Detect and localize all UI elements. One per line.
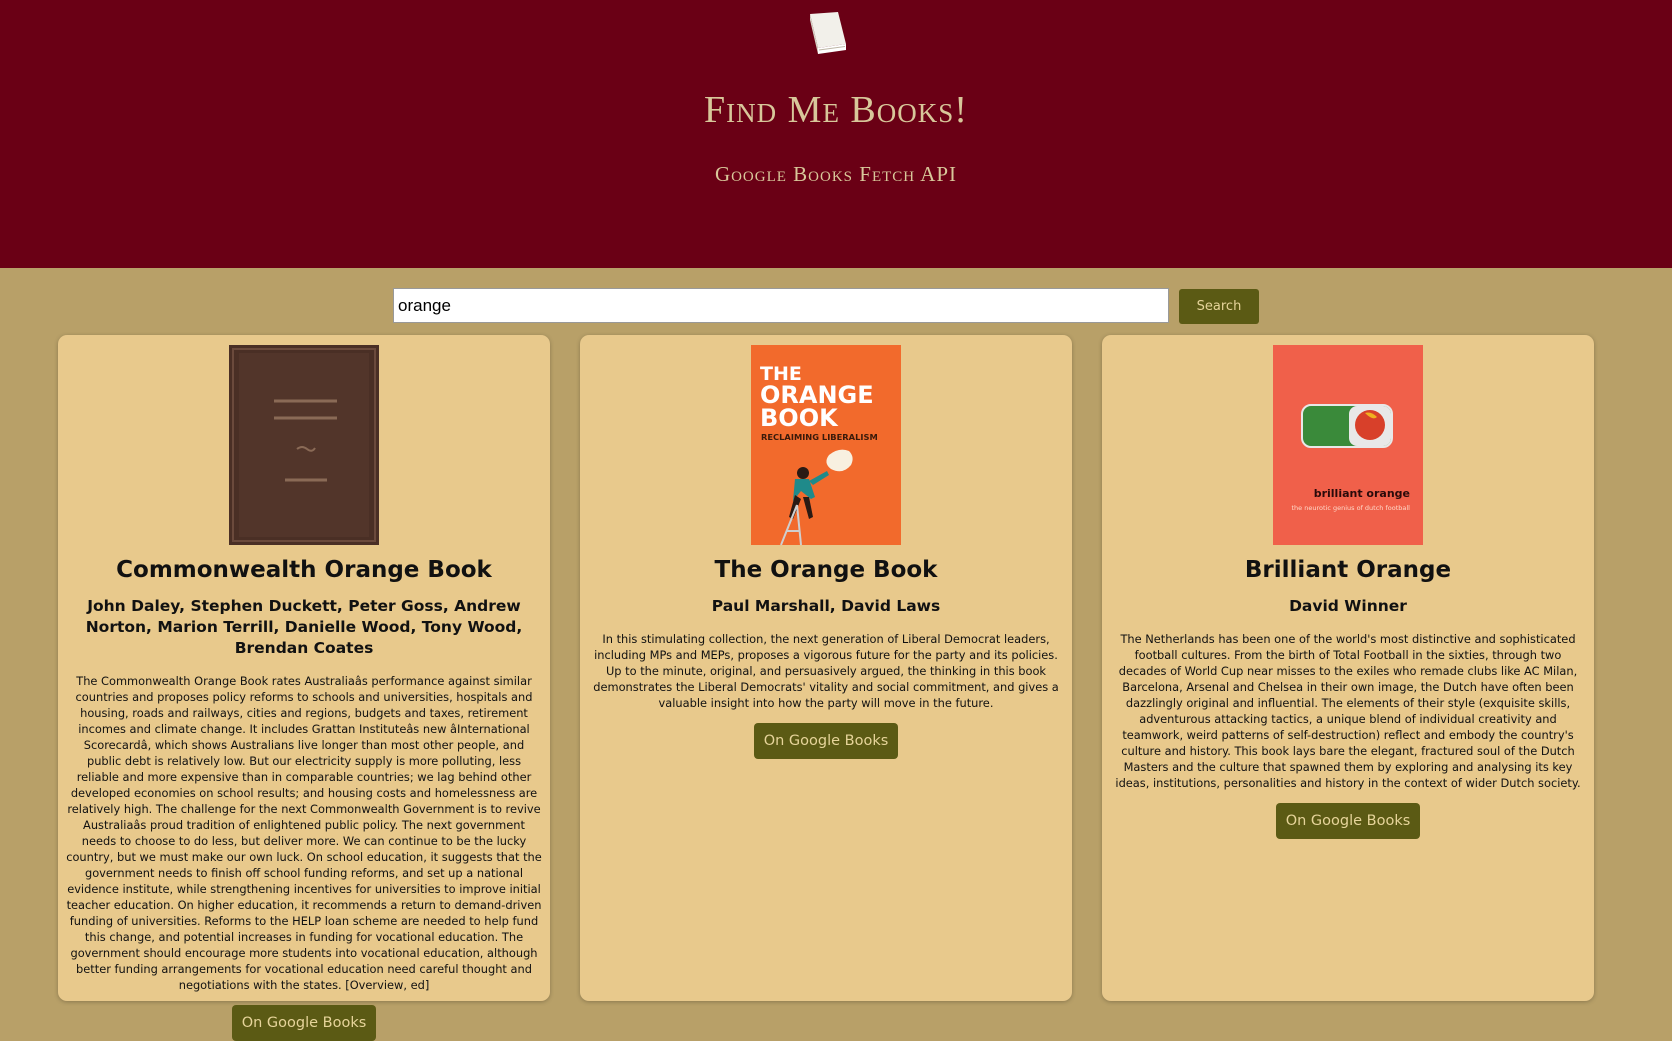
search-button[interactable]: Search bbox=[1179, 289, 1259, 324]
book-authors: John Daley, Stephen Duckett, Peter Goss,… bbox=[85, 597, 523, 657]
search-input[interactable] bbox=[393, 288, 1169, 323]
book-description: The Netherlands has been one of the worl… bbox=[1115, 632, 1581, 790]
cover-text: brilliant orange bbox=[1314, 487, 1410, 500]
google-books-link[interactable]: On Google Books bbox=[231, 1005, 377, 1041]
book-cover-image bbox=[229, 345, 379, 545]
book-title: Brilliant Orange bbox=[1244, 557, 1452, 583]
book-card: THE ORANGE BOOK RECLAIMING LIBERALISM Th… bbox=[580, 335, 1072, 1001]
google-books-link[interactable]: On Google Books bbox=[1275, 803, 1421, 839]
cover-text: BOOK bbox=[760, 404, 839, 432]
book-title: The Orange Book bbox=[714, 557, 938, 583]
cover-text: the neurotic genius of dutch football bbox=[1292, 504, 1411, 512]
site-header: Find Me Books! Google Books Fetch API bbox=[0, 0, 1672, 268]
book-title: Commonwealth Orange Book bbox=[116, 557, 492, 583]
book-authors: David Winner bbox=[1289, 597, 1407, 615]
book-icon bbox=[810, 12, 846, 54]
site-title: Find Me Books! bbox=[704, 89, 968, 131]
book-authors: Paul Marshall, David Laws bbox=[711, 597, 941, 615]
site-subtitle: Google Books Fetch API bbox=[714, 162, 958, 186]
search-bar: Search bbox=[393, 288, 1259, 324]
book-description: The Commonwealth Orange Book rates Austr… bbox=[66, 674, 542, 992]
book-card: Commonwealth Orange Book John Daley, Ste… bbox=[58, 335, 550, 1041]
book-cover-image: THE ORANGE BOOK RECLAIMING LIBERALISM bbox=[751, 345, 901, 545]
book-description: In this stimulating collection, the next… bbox=[593, 632, 1059, 710]
cover-text: RECLAIMING LIBERALISM bbox=[761, 432, 878, 442]
book-card: brilliant orange the neurotic genius of … bbox=[1102, 335, 1594, 1001]
google-books-link[interactable]: On Google Books bbox=[753, 723, 899, 759]
book-cover-image: brilliant orange the neurotic genius of … bbox=[1273, 345, 1423, 545]
